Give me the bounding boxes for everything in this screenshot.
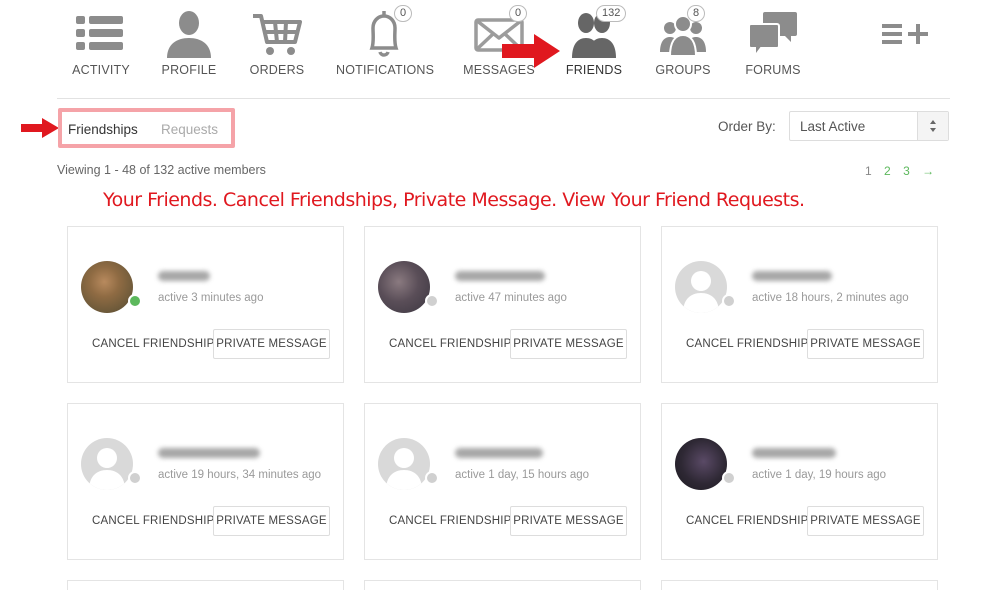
offline-status-dot bbox=[425, 294, 439, 308]
cancel-friendship-button[interactable]: CANCEL FRIENDSHIP bbox=[686, 338, 808, 350]
tab-friendships[interactable]: Friendships bbox=[68, 122, 138, 137]
last-active-text: active 19 hours, 34 minutes ago bbox=[158, 469, 322, 481]
nav-label: PROFILE bbox=[161, 63, 217, 77]
offline-status-dot bbox=[425, 471, 439, 485]
profile-nav: ACTIVITY PROFILE ORDERS 0 NOTIFICATIONS … bbox=[0, 0, 981, 98]
avatar[interactable] bbox=[81, 438, 133, 490]
pagination: 1 2 3 → bbox=[865, 164, 943, 178]
member-card: active 3 minutes ago CANCEL FRIENDSHIP P… bbox=[67, 226, 344, 383]
nav-profile[interactable]: PROFILE bbox=[141, 8, 237, 77]
avatar[interactable] bbox=[675, 261, 727, 313]
annotation-arrow-icon bbox=[502, 34, 560, 68]
last-active-text: active 18 hours, 2 minutes ago bbox=[752, 292, 909, 304]
private-message-button[interactable]: PRIVATE MESSAGE bbox=[807, 506, 924, 536]
member-card bbox=[67, 580, 344, 590]
avatar[interactable] bbox=[378, 438, 430, 490]
cart-icon bbox=[253, 14, 302, 55]
last-active-text: active 47 minutes ago bbox=[455, 292, 567, 304]
cancel-friendship-button[interactable]: CANCEL FRIENDSHIP bbox=[92, 515, 214, 527]
cancel-friendship-button[interactable]: CANCEL FRIENDSHIP bbox=[389, 515, 511, 527]
notifications-count-badge: 0 bbox=[394, 5, 413, 22]
nav-activity[interactable]: ACTIVITY bbox=[53, 8, 149, 77]
annotation-arrow-icon bbox=[21, 118, 59, 138]
groups-count-badge: 8 bbox=[687, 5, 706, 22]
cancel-friendship-button[interactable]: CANCEL FRIENDSHIP bbox=[389, 338, 511, 350]
more-menu-icon bbox=[882, 24, 928, 44]
nav-label: FORUMS bbox=[745, 63, 801, 77]
friends-subnav: Friendships Requests bbox=[58, 108, 235, 148]
last-active-text: active 3 minutes ago bbox=[158, 292, 264, 304]
nav-divider bbox=[57, 98, 950, 99]
avatar[interactable] bbox=[81, 261, 133, 313]
annotation-headline: Your Friends. Cancel Friendships, Privat… bbox=[103, 189, 805, 211]
friends-count-badge: 132 bbox=[596, 5, 627, 22]
default-avatar-icon bbox=[386, 448, 422, 490]
member-name-blurred[interactable] bbox=[752, 271, 832, 281]
offline-status-dot bbox=[722, 471, 736, 485]
nav-label: NOTIFICATIONS bbox=[336, 63, 435, 77]
activity-icon bbox=[76, 16, 123, 50]
default-avatar-icon bbox=[89, 448, 125, 490]
sort-arrows-icon bbox=[930, 120, 936, 132]
offline-status-dot bbox=[128, 471, 142, 485]
avatar[interactable] bbox=[675, 438, 727, 490]
private-message-button[interactable]: PRIVATE MESSAGE bbox=[807, 329, 924, 359]
last-active-text: active 1 day, 15 hours ago bbox=[455, 469, 590, 481]
member-card: active 18 hours, 2 minutes ago CANCEL FR… bbox=[661, 226, 938, 383]
online-status-dot bbox=[128, 294, 142, 308]
member-card: active 47 minutes ago CANCEL FRIENDSHIP … bbox=[364, 226, 641, 383]
nav-orders[interactable]: ORDERS bbox=[229, 8, 325, 77]
messages-count-badge: 0 bbox=[509, 5, 528, 22]
nav-label: ORDERS bbox=[249, 63, 305, 77]
page-current: 1 bbox=[865, 164, 872, 178]
nav-notifications[interactable]: 0 NOTIFICATIONS bbox=[336, 5, 435, 77]
member-name-blurred[interactable] bbox=[455, 448, 543, 458]
order-by-value: Last Active bbox=[800, 119, 866, 134]
order-by-select[interactable]: Last Active bbox=[789, 111, 949, 141]
offline-status-dot bbox=[722, 294, 736, 308]
private-message-button[interactable]: PRIVATE MESSAGE bbox=[213, 329, 330, 359]
member-name-blurred[interactable] bbox=[158, 448, 260, 458]
order-by-label: Order By: bbox=[718, 119, 776, 134]
avatar[interactable] bbox=[378, 261, 430, 313]
default-avatar-icon bbox=[683, 271, 719, 313]
private-message-button[interactable]: PRIVATE MESSAGE bbox=[510, 329, 627, 359]
tab-requests[interactable]: Requests bbox=[161, 122, 218, 137]
member-card bbox=[661, 580, 938, 590]
nav-groups[interactable]: 8 GROUPS bbox=[635, 5, 731, 77]
nav-label: GROUPS bbox=[655, 63, 711, 77]
last-active-text: active 1 day, 19 hours ago bbox=[752, 469, 887, 481]
member-name-blurred[interactable] bbox=[158, 271, 210, 281]
page-link[interactable]: 2 bbox=[884, 164, 891, 178]
private-message-button[interactable]: PRIVATE MESSAGE bbox=[510, 506, 627, 536]
members-count-text: Viewing 1 - 48 of 132 active members bbox=[57, 163, 266, 177]
member-card: active 1 day, 15 hours ago CANCEL FRIEND… bbox=[364, 403, 641, 560]
profile-icon bbox=[167, 11, 211, 58]
member-card: active 19 hours, 34 minutes ago CANCEL F… bbox=[67, 403, 344, 560]
member-card bbox=[364, 580, 641, 590]
forums-icon bbox=[748, 12, 797, 59]
nav-forums[interactable]: FORUMS bbox=[725, 8, 821, 77]
next-page-link[interactable]: → bbox=[922, 164, 934, 178]
select-arrows bbox=[917, 112, 948, 140]
member-card: active 1 day, 19 hours ago CANCEL FRIEND… bbox=[661, 403, 938, 560]
nav-more[interactable] bbox=[858, 8, 954, 58]
private-message-button[interactable]: PRIVATE MESSAGE bbox=[213, 506, 330, 536]
member-name-blurred[interactable] bbox=[455, 271, 545, 281]
member-name-blurred[interactable] bbox=[752, 448, 836, 458]
nav-label: ACTIVITY bbox=[72, 63, 130, 77]
page-link[interactable]: 3 bbox=[903, 164, 910, 178]
cancel-friendship-button[interactable]: CANCEL FRIENDSHIP bbox=[686, 515, 808, 527]
cancel-friendship-button[interactable]: CANCEL FRIENDSHIP bbox=[92, 338, 214, 350]
